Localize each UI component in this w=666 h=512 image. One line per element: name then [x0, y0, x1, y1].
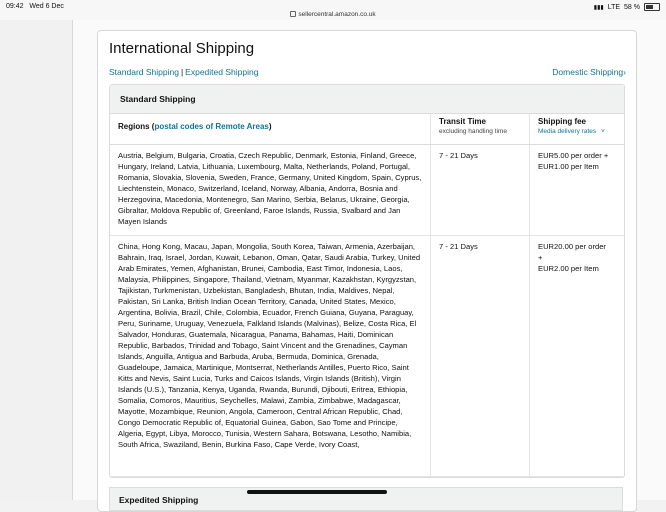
left-gutter	[0, 20, 72, 500]
battery-icon	[644, 3, 660, 11]
date-text: Wed 6 Dec	[29, 3, 64, 10]
regions-cell: Austria, Belgium, Bulgaria, Croatia, Cze…	[118, 151, 422, 226]
transit-label: Transit Time	[439, 117, 486, 126]
page-title: International Shipping	[109, 40, 255, 57]
fee-line: EUR1.00 per Item	[538, 162, 599, 171]
transit-sublabel: excluding handling time	[439, 128, 507, 135]
media-rates-dropdown[interactable]: Media delivery rates ˅	[538, 128, 624, 135]
battery-text: 58 %	[624, 3, 640, 11]
home-indicator[interactable]	[247, 490, 387, 494]
table-row: Austria, Belgium, Bulgaria, Croatia, Cze…	[110, 145, 624, 236]
fee-line: EUR5.00 per order +	[538, 151, 609, 160]
chevron-right-icon: ›	[623, 67, 626, 77]
nav-separator: |	[180, 67, 184, 77]
fee-line: +	[538, 253, 543, 262]
shipping-nav: Standard Shipping | Expedited Shipping	[109, 67, 258, 77]
chevron-down-icon: ˅	[600, 128, 605, 135]
signal-icon: ▮▮▮	[593, 4, 604, 11]
transit-cell: 7 - 21 Days	[430, 145, 529, 235]
standard-shipping-table: Standard Shipping Regions (postal codes …	[109, 84, 625, 478]
regions-cell: China, Hong Kong, Macau, Japan, Mongolia…	[118, 242, 421, 449]
page-content: International Shipping Standard Shipping…	[73, 20, 666, 512]
fee-cell: EUR20.00 per order + EUR2.00 per Item	[529, 236, 624, 476]
regions-header: Regions (postal codes of Remote Areas)	[118, 122, 272, 131]
status-bar: 09:42 Wed 6 Dec sellercentral.amazon.co.…	[0, 0, 666, 20]
status-indicators: ▮▮▮ LTE 58 %	[594, 3, 660, 11]
fee-line: EUR20.00 per order	[538, 242, 606, 251]
domestic-shipping-link[interactable]: Domestic Shipping›	[552, 67, 626, 77]
table-row: China, Hong Kong, Macau, Japan, Mongolia…	[110, 236, 624, 477]
transit-cell: 7 - 21 Days	[430, 236, 529, 476]
expedited-shipping-link[interactable]: Expedited Shipping	[185, 67, 258, 77]
address-bar[interactable]: sellercentral.amazon.co.uk	[0, 11, 666, 18]
fee-label: Shipping fee	[538, 117, 586, 126]
transit-header: Transit Time excluding handling time	[430, 114, 529, 144]
fee-line: EUR2.00 per Item	[538, 264, 599, 273]
table-header: Regions (postal codes of Remote Areas) T…	[110, 114, 624, 145]
standard-section-header: Standard Shipping	[110, 85, 624, 114]
url-text: sellercentral.amazon.co.uk	[298, 11, 376, 18]
domestic-shipping-label: Domestic Shipping	[552, 67, 624, 77]
network-text: LTE	[607, 3, 621, 11]
status-time: 09:42 Wed 6 Dec	[6, 3, 64, 10]
shipping-card: International Shipping Standard Shipping…	[97, 30, 637, 512]
media-rates-label: Media delivery rates	[538, 128, 597, 135]
fee-cell: EUR5.00 per order + EUR1.00 per Item	[529, 145, 624, 235]
fee-header: Shipping fee Media delivery rates ˅	[529, 114, 624, 144]
regions-label: Regions	[118, 122, 150, 131]
lock-icon	[290, 11, 297, 18]
time-text: 09:42	[6, 3, 24, 10]
standard-shipping-link[interactable]: Standard Shipping	[109, 67, 179, 77]
remote-areas-link[interactable]: postal codes of Remote Areas	[154, 122, 268, 131]
